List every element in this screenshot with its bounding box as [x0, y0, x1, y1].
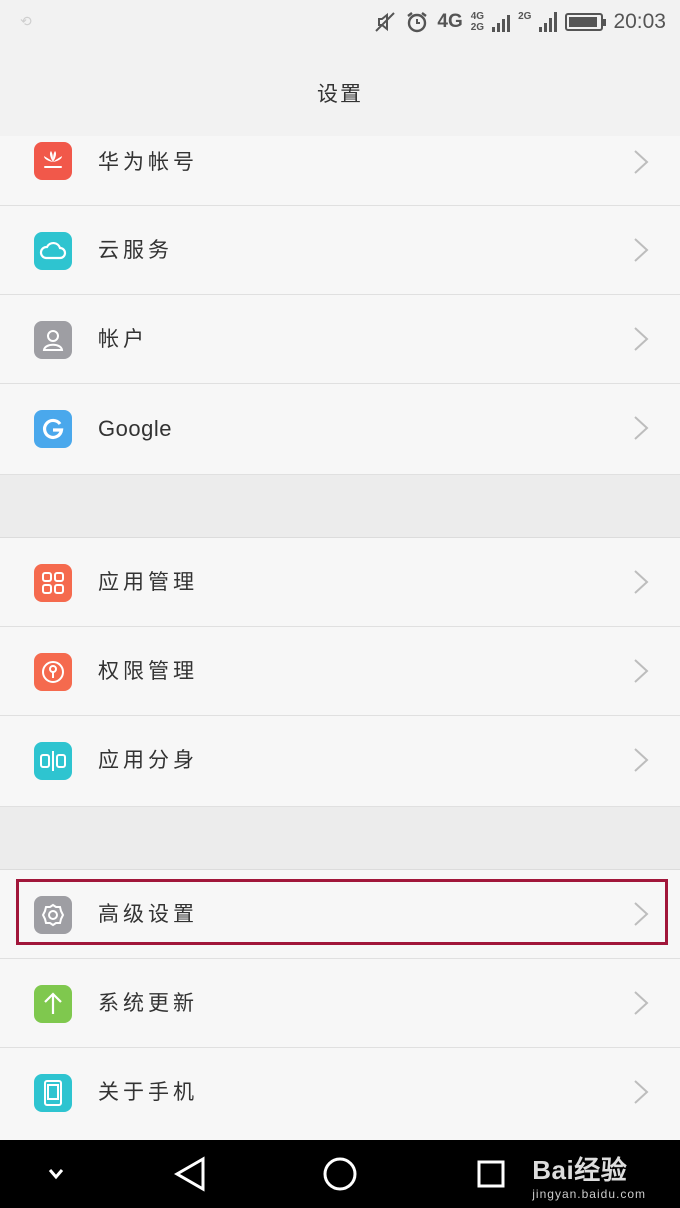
back-triangle-icon[interactable]: [166, 1140, 214, 1208]
chevron-right-icon: [634, 238, 649, 262]
settings-item-google[interactable]: Google: [0, 384, 680, 475]
item-label: Google: [98, 416, 172, 441]
watermark-url: jingyan.baidu.com: [532, 1187, 646, 1201]
item-label: 帐户: [98, 327, 148, 351]
settings-item-permission-management[interactable]: 权限管理: [0, 627, 680, 716]
sim1-signal-icon: [492, 12, 511, 32]
settings-item-system-update[interactable]: 系统更新: [0, 959, 680, 1048]
alarm-icon: [407, 12, 428, 33]
settings-item-advanced-settings[interactable]: 高级设置: [0, 870, 680, 959]
sync-icon: ⟲: [20, 14, 32, 30]
app-grid-icon: [34, 564, 72, 602]
settings-item-huawei-account[interactable]: 华为帐号: [0, 136, 680, 206]
item-label: 高级设置: [98, 902, 198, 926]
recent-square-icon[interactable]: [470, 1140, 512, 1208]
chevron-right-icon: [634, 150, 649, 174]
chevron-right-icon: [634, 1080, 649, 1104]
settings-item-accounts[interactable]: 帐户: [0, 295, 680, 384]
chevron-down-icon[interactable]: [36, 1140, 76, 1208]
sim1-label: 4G 2G: [470, 11, 485, 33]
google-icon: [34, 410, 72, 448]
status-bar: ⟲ 4G 4G 2G 2G 20:03: [0, 0, 680, 44]
network-type: 4G: [437, 11, 463, 32]
cloud-icon: [34, 232, 72, 270]
settings-item-about-phone[interactable]: 关于手机: [0, 1048, 680, 1140]
phone-icon: [34, 1074, 72, 1112]
watermark-brand: Bai经验: [532, 1155, 628, 1185]
item-label: 应用管理: [98, 570, 198, 594]
chevron-right-icon: [634, 327, 649, 351]
sim2-label: 2G: [518, 11, 532, 22]
item-label: 权限管理: [98, 659, 198, 683]
item-label: 关于手机: [98, 1080, 198, 1104]
home-circle-icon[interactable]: [318, 1140, 362, 1208]
settings-item-cloud-service[interactable]: 云服务: [0, 206, 680, 295]
permission-lock-icon: [34, 653, 72, 691]
clock: 20:03: [613, 10, 666, 33]
chevron-right-icon: [634, 659, 649, 683]
app-twin-icon: [34, 742, 72, 780]
account-icon: [34, 321, 72, 359]
chevron-right-icon: [634, 570, 649, 594]
battery-icon: [565, 13, 607, 31]
section-divider: [0, 475, 680, 538]
baidu-jingyan-watermark: Bai经验 jingyan.baidu.com: [532, 1150, 646, 1201]
update-arrow-icon: [34, 985, 72, 1023]
sim2-signal-icon: [539, 12, 558, 32]
app-header: 设置: [0, 44, 680, 137]
item-label: 应用分身: [98, 748, 198, 772]
page-title: 设置: [317, 82, 363, 106]
chevron-right-icon: [634, 902, 649, 926]
chevron-right-icon: [634, 416, 649, 440]
chevron-right-icon: [634, 748, 649, 772]
item-label: 云服务: [98, 238, 173, 262]
item-label: 系统更新: [98, 991, 198, 1015]
huawei-icon: [34, 142, 72, 180]
settings-item-app-twin[interactable]: 应用分身: [0, 716, 680, 807]
section-divider: [0, 807, 680, 870]
mute-icon: [375, 12, 396, 32]
settings-item-app-management[interactable]: 应用管理: [0, 538, 680, 627]
chevron-right-icon: [634, 991, 649, 1015]
gear-icon: [34, 896, 72, 934]
